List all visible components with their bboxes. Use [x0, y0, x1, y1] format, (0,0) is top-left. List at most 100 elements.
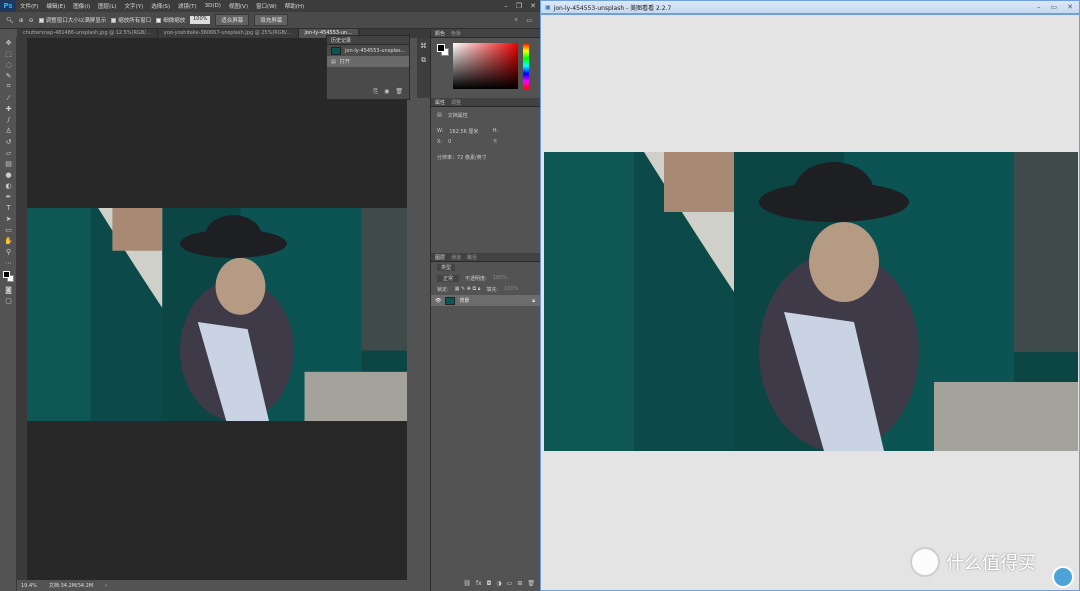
zoom-value-field[interactable]: 100%: [190, 16, 211, 24]
workspace-icon[interactable]: ▭: [526, 17, 532, 24]
menu-view[interactable]: 视图(V): [225, 2, 252, 10]
foreground-color[interactable]: [3, 271, 10, 278]
zoom-tool-icon-2[interactable]: ⚲: [0, 246, 17, 257]
tab-doc-2[interactable]: yoo-yoshitake-360667-unsplash.jpg @ 25%(…: [158, 29, 299, 38]
color-panel-header: 颜色 色板: [431, 29, 540, 38]
screen-mode-icon[interactable]: ▢: [0, 295, 17, 306]
blur-icon[interactable]: ●: [0, 169, 17, 180]
resize-windows-checkbox[interactable]: 调整窗口大小以满屏显示: [38, 16, 106, 24]
brush-panel-icon[interactable]: ⧉: [417, 55, 430, 66]
menu-filter[interactable]: 滤镜(T): [174, 2, 201, 10]
hue-slider[interactable]: [523, 43, 529, 89]
marquee-tool-icon[interactable]: ⬚: [0, 48, 17, 59]
canvas-photo: [27, 208, 407, 421]
fit-screen-button[interactable]: 适合屏幕: [215, 14, 250, 26]
layer-background[interactable]: 👁︎ 背景 🔒︎: [431, 295, 541, 306]
blend-mode-select[interactable]: 正常: [437, 275, 460, 282]
dodge-icon[interactable]: ◐: [0, 180, 17, 191]
quick-select-icon[interactable]: ✎: [0, 70, 17, 81]
minimize-icon[interactable]: –: [504, 2, 508, 10]
viewer-minimize-icon[interactable]: –: [1037, 3, 1041, 11]
layer-lock-icon: 🔒︎: [532, 297, 535, 304]
tab-channels[interactable]: 通道: [451, 254, 461, 261]
snapshot-thumb: [331, 46, 341, 55]
menu-window[interactable]: 窗口(W): [252, 2, 281, 10]
viewer-close-icon[interactable]: ✕: [1067, 3, 1073, 11]
fill-field[interactable]: 100%: [504, 286, 518, 293]
more-tools-icon[interactable]: ⋯: [0, 257, 17, 268]
shape-tool-icon[interactable]: ▭: [0, 224, 17, 235]
viewer-maximize-icon[interactable]: ▭: [1051, 3, 1058, 11]
color-swatches[interactable]: [0, 268, 17, 284]
pen-tool-icon[interactable]: ✒: [0, 191, 17, 202]
menu-help[interactable]: 帮助(H): [281, 2, 308, 10]
eyedropper-icon[interactable]: ⁄: [0, 92, 17, 103]
tab-color[interactable]: 颜色: [435, 30, 445, 37]
lasso-tool-icon[interactable]: ◌: [0, 59, 17, 70]
history-step-open[interactable]: ▤ 打开: [327, 56, 409, 67]
mask-icon[interactable]: ◘: [487, 580, 492, 587]
tab-swatches[interactable]: 色板: [451, 30, 461, 37]
move-tool-icon[interactable]: ✥: [0, 37, 17, 48]
history-panel-icon[interactable]: ⌘: [417, 40, 430, 51]
scrubby-zoom-checkbox[interactable]: 细微缩放: [156, 16, 185, 24]
fx-icon[interactable]: fx: [476, 580, 482, 587]
path-select-icon[interactable]: ➤: [0, 213, 17, 224]
menu-type[interactable]: 文字(Y): [121, 2, 148, 10]
viewer-title: jon-ly-454553-unsplash - 美图看看 2.2.7: [553, 4, 672, 12]
tab-layers[interactable]: 图层: [435, 254, 445, 261]
crop-tool-icon[interactable]: ⌗: [0, 81, 17, 92]
tab-properties[interactable]: 属性: [435, 99, 445, 106]
fill-screen-button[interactable]: 填充屏幕: [254, 14, 289, 26]
adjustment-icon[interactable]: ◑: [496, 580, 501, 587]
delete-layer-icon[interactable]: 🗑︎: [527, 580, 535, 587]
hand-tool-icon[interactable]: ✋: [0, 235, 17, 246]
type-tool-icon[interactable]: T: [0, 202, 17, 213]
opacity-field[interactable]: 100%: [493, 275, 507, 282]
kind-filter[interactable]: 类型: [437, 264, 456, 271]
trash-icon[interactable]: 🗑︎: [395, 88, 403, 96]
menu-image[interactable]: 图像(I): [69, 2, 94, 10]
tab-doc-1[interactable]: chuttersnap-481486-unsplash.jpg @ 12.5%(…: [17, 29, 158, 38]
brush-tool-icon[interactable]: ∕: [0, 114, 17, 125]
menu-3d[interactable]: 3D(D): [201, 3, 225, 9]
gradient-icon[interactable]: ▤: [0, 158, 17, 169]
tab-paths[interactable]: 路径: [467, 254, 477, 261]
zoom-all-checkbox[interactable]: 缩放所有窗口: [111, 16, 151, 24]
eye-icon[interactable]: 👁︎: [435, 298, 441, 304]
canvas-area[interactable]: [27, 38, 407, 580]
history-tab[interactable]: 历史记录: [331, 37, 351, 44]
eraser-icon[interactable]: ▱: [0, 147, 17, 158]
history-snapshot[interactable]: jon-ly-454553-unsplas...: [327, 45, 409, 56]
healing-brush-icon[interactable]: ✚: [0, 103, 17, 114]
picker-foreground[interactable]: [437, 44, 445, 52]
history-panel: 历史记录 jon-ly-454553-unsplas... ▤ 打开 ⎘ ◉ 🗑︎: [326, 35, 410, 100]
close-icon[interactable]: ✕: [530, 2, 536, 10]
snapshot-camera-icon[interactable]: ◉: [384, 88, 389, 96]
viewer-photo[interactable]: [544, 152, 1078, 451]
watermark-text: 什么值得买: [946, 553, 1036, 574]
lock-icons[interactable]: ▦ ✎ ✥ ⧉ 🔒︎: [455, 286, 481, 293]
new-layer-icon[interactable]: ⊞: [517, 580, 522, 587]
menu-layer[interactable]: 图层(L): [94, 2, 120, 10]
restore-icon[interactable]: ❐: [516, 2, 522, 10]
saturation-field[interactable]: [453, 43, 518, 89]
new-doc-from-state-icon[interactable]: ⎘: [373, 88, 378, 96]
tab-adjustments[interactable]: 调整: [451, 99, 461, 106]
menu-select[interactable]: 选择(S): [147, 2, 174, 10]
menu-edit[interactable]: 编辑(E): [42, 2, 69, 10]
menu-file[interactable]: 文件(F): [16, 2, 42, 10]
search-icon[interactable]: ⌕: [515, 16, 518, 24]
zoom-level[interactable]: 19.4%: [21, 583, 37, 589]
zoom-out-icon[interactable]: ⊖: [29, 17, 34, 24]
quick-mask-icon[interactable]: ◙: [0, 284, 17, 295]
clone-stamp-icon[interactable]: ♙: [0, 125, 17, 136]
layers-panel: 图层 通道 路径 类型 正常 不透明度: 100% 锁定: ▦ ✎ ✥ ⧉ 🔒︎…: [431, 253, 541, 591]
color-picker[interactable]: [431, 38, 540, 98]
history-brush-icon[interactable]: ↺: [0, 136, 17, 147]
group-icon[interactable]: ▭: [507, 580, 513, 587]
zoom-in-icon[interactable]: ⊕: [19, 17, 24, 24]
status-arrow-icon[interactable]: ›: [105, 583, 107, 589]
zoom-tool-icon[interactable]: 🔍︎: [6, 17, 14, 24]
link-icon[interactable]: ⛓: [463, 580, 471, 587]
